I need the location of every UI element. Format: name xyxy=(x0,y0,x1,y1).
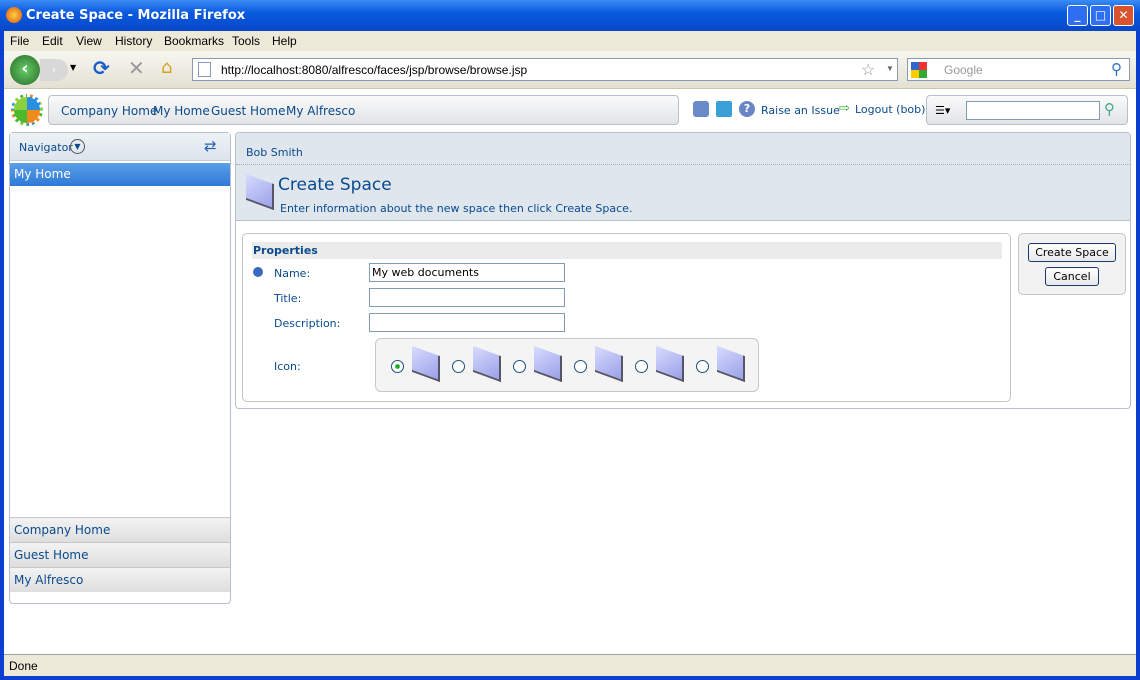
menu-view[interactable]: View xyxy=(76,34,102,48)
url-bar[interactable]: http://localhost:8080/alfresco/faces/jsp… xyxy=(192,58,898,81)
url-dropdown-icon[interactable]: ▼ xyxy=(886,64,894,73)
divider xyxy=(236,164,1130,165)
history-dropdown-icon[interactable]: ▼ xyxy=(70,63,76,72)
name-input[interactable] xyxy=(369,263,565,282)
navigator-company-home[interactable]: Company Home xyxy=(10,517,230,542)
user-profile-icon[interactable] xyxy=(693,101,709,117)
navigator-item-my-home[interactable]: My Home xyxy=(10,163,230,186)
web-search-box[interactable]: Google ⚲ xyxy=(907,58,1130,81)
space-icon-cd[interactable] xyxy=(656,345,684,383)
create-space-panel: Bob Smith Create Space Enter information… xyxy=(235,132,1131,409)
space-icon-pencil[interactable] xyxy=(595,345,623,383)
name-label: Name: xyxy=(274,267,311,280)
link-company-home[interactable]: Company Home xyxy=(61,104,157,118)
icon-radio-cd[interactable] xyxy=(635,360,648,373)
bookmark-star-icon[interactable]: ☆ xyxy=(861,60,875,80)
description-input[interactable] xyxy=(369,313,565,332)
breadcrumb-bar: Company Home My Home Guest Home My Alfre… xyxy=(48,95,679,125)
back-button[interactable]: ‹ xyxy=(10,55,40,85)
create-space-button[interactable]: Create Space xyxy=(1028,243,1116,262)
icon-radio-sun[interactable] xyxy=(452,360,465,373)
window-title: Create Space - Mozilla Firefox xyxy=(26,8,246,23)
page-title: Create Space xyxy=(278,175,392,195)
maximize-button[interactable]: □ xyxy=(1090,5,1111,26)
refresh-icon[interactable]: ⇄ xyxy=(204,137,217,155)
properties-heading: Properties xyxy=(252,242,1002,259)
link-my-home[interactable]: My Home xyxy=(153,104,210,118)
title-bar: Create Space - Mozilla Firefox _ □ ✕ xyxy=(0,0,1140,31)
logout-icon: ⇨ xyxy=(839,101,850,116)
page-subtitle: Enter information about the new space th… xyxy=(280,202,633,215)
user-name: Bob Smith xyxy=(246,146,303,159)
link-my-alfresco[interactable]: My Alfresco xyxy=(286,104,355,118)
alfresco-logo xyxy=(11,94,43,126)
link-guest-home[interactable]: Guest Home xyxy=(211,104,286,118)
space-icon-sun[interactable] xyxy=(473,345,501,383)
search-icon[interactable]: ⚲ xyxy=(1104,100,1115,118)
create-space-icon xyxy=(246,173,274,211)
icon-radio-image[interactable] xyxy=(696,360,709,373)
menu-history[interactable]: History xyxy=(115,34,152,48)
space-icon-document[interactable] xyxy=(534,345,562,383)
content-search-box: ☰▾ ⚲ xyxy=(926,95,1128,125)
help-icon[interactable]: ? xyxy=(739,101,755,117)
space-icon-default[interactable] xyxy=(412,345,440,383)
toggle-shelf-icon[interactable] xyxy=(716,101,732,117)
navigator-title: Navigator xyxy=(19,141,73,154)
reload-icon[interactable]: ⟳ xyxy=(93,56,110,80)
navigator-my-alfresco[interactable]: My Alfresco xyxy=(10,567,230,592)
properties-form: Properties Name: Title: Description: Ico… xyxy=(242,233,1011,402)
url-text: http://localhost:8080/alfresco/faces/jsp… xyxy=(221,63,528,77)
page-icon xyxy=(198,62,211,77)
cancel-button[interactable]: Cancel xyxy=(1045,267,1099,286)
navigation-toolbar: ‹ › ▼ ⟳ ✕ ⌂ http://localhost:8080/alfres… xyxy=(4,51,1136,89)
home-icon[interactable]: ⌂ xyxy=(161,57,172,78)
minimize-button[interactable]: _ xyxy=(1067,5,1088,26)
space-icon-image[interactable] xyxy=(717,345,745,383)
status-text: Done xyxy=(9,659,38,673)
menu-edit[interactable]: Edit xyxy=(42,34,63,48)
close-button[interactable]: ✕ xyxy=(1113,5,1134,26)
icon-radio-document[interactable] xyxy=(513,360,526,373)
required-icon xyxy=(253,267,263,277)
title-label: Title: xyxy=(274,292,302,305)
menu-bookmarks[interactable]: Bookmarks xyxy=(164,34,224,48)
menu-bar: File Edit View History Bookmarks Tools H… xyxy=(4,31,1136,51)
search-options-icon[interactable]: ☰▾ xyxy=(935,104,950,117)
icon-radio-default[interactable] xyxy=(391,360,404,373)
page-header: Bob Smith Create Space Enter information… xyxy=(236,133,1130,221)
firefox-icon xyxy=(6,7,22,23)
web-search-placeholder: Google xyxy=(944,63,983,77)
status-bar: Done xyxy=(4,654,1136,676)
description-label: Description: xyxy=(274,317,341,330)
icon-label: Icon: xyxy=(274,360,301,373)
action-buttons: Create Space Cancel xyxy=(1018,233,1126,295)
icon-radio-pencil[interactable] xyxy=(574,360,587,373)
navigator-panel: Navigator ▼ ⇄ My Home Company Home Guest… xyxy=(9,132,231,604)
stop-icon[interactable]: ✕ xyxy=(128,56,145,80)
magnifier-icon[interactable]: ⚲ xyxy=(1111,60,1122,78)
title-input[interactable] xyxy=(369,288,565,307)
logout-link[interactable]: Logout (bob) xyxy=(855,103,925,116)
navigator-header: Navigator ▼ ⇄ xyxy=(10,133,230,161)
google-engine-icon[interactable] xyxy=(911,62,927,78)
navigator-guest-home[interactable]: Guest Home xyxy=(10,542,230,567)
menu-help[interactable]: Help xyxy=(272,34,297,48)
forward-button[interactable]: › xyxy=(40,59,68,81)
navigator-menu-icon[interactable]: ▼ xyxy=(70,139,85,154)
icon-picker xyxy=(375,338,759,392)
menu-file[interactable]: File xyxy=(10,34,29,48)
raise-issue-link[interactable]: Raise an Issue xyxy=(761,104,840,117)
menu-tools[interactable]: Tools xyxy=(232,34,260,48)
content-search-input[interactable] xyxy=(966,101,1100,120)
